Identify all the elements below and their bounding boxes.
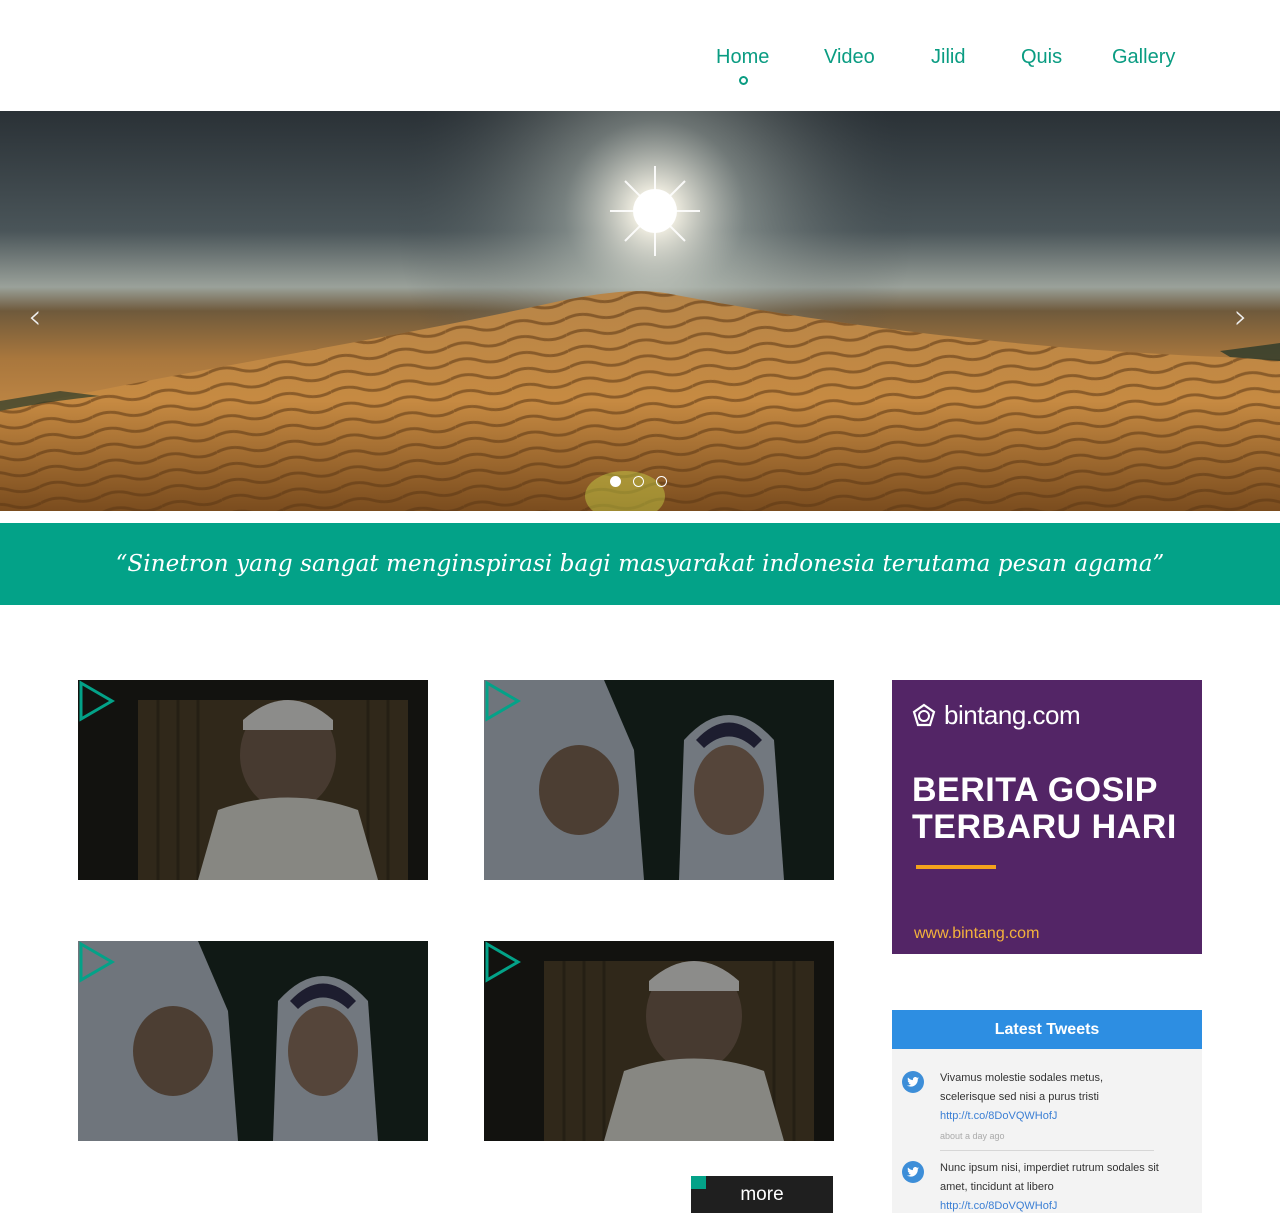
tweet-link[interactable]: http://t.co/8DoVQWHofJ	[940, 1107, 1160, 1126]
twitter-bird-icon	[902, 1161, 924, 1183]
ad-divider	[916, 865, 996, 869]
tweet-time: about a day ago	[940, 1131, 1005, 1141]
desert-image	[0, 111, 1280, 511]
tweet-item: Vivamus molestie sodales metus, sceleris…	[902, 1069, 1160, 1146]
slider-dot-1[interactable]	[610, 476, 621, 487]
next-slide-arrow[interactable]: ›	[1234, 297, 1248, 337]
video-thumbnail-2[interactable]	[484, 680, 834, 880]
video-thumbnail-1[interactable]	[78, 680, 428, 880]
play-icon	[79, 941, 115, 983]
ad-url: www.bintang.com	[914, 925, 1040, 942]
slider-dot-2[interactable]	[633, 476, 644, 487]
nav-item-jilid[interactable]: Jilid	[931, 46, 965, 69]
bintang-logo: bintang.com	[910, 700, 1081, 731]
nav-item-video[interactable]: Video	[824, 46, 875, 69]
tweet-text: Nunc ipsum nisi, imperdiet rutrum sodale…	[940, 1162, 1159, 1193]
bintang-logo-icon	[912, 703, 936, 726]
latest-tweets-widget: Latest Tweets Vivamus molestie sodales m…	[892, 1010, 1202, 1213]
ad-headline: BERITA GOSIP TERBARU HARI	[912, 772, 1177, 846]
ad-headline-line2: TERBARU HARI	[912, 808, 1177, 846]
more-button-accent	[691, 1176, 706, 1189]
nav-item-quis[interactable]: Quis	[1021, 46, 1062, 69]
hero-slider: ‹ ›	[0, 111, 1280, 511]
bintang-ad-banner[interactable]: bintang.com BERITA GOSIP TERBARU HARI ww…	[892, 680, 1202, 954]
slider-dots	[610, 476, 667, 487]
tweets-title: Latest Tweets	[892, 1010, 1202, 1049]
nav-item-gallery[interactable]: Gallery	[1112, 46, 1175, 69]
tweet-link[interactable]: http://t.co/8DoVQWHofJ	[940, 1197, 1160, 1213]
more-button[interactable]: more	[691, 1176, 833, 1213]
video-thumbnail-3[interactable]	[78, 941, 428, 1141]
ad-headline-line1: BERITA GOSIP	[912, 771, 1158, 809]
prev-slide-arrow[interactable]: ‹	[28, 297, 42, 337]
nav-item-home[interactable]: Home	[716, 46, 769, 69]
quote-text: “Sinetron yang sangat menginspirasi bagi…	[115, 551, 1165, 577]
tweet-item: Nunc ipsum nisi, imperdiet rutrum sodale…	[902, 1159, 1160, 1213]
video-thumbnail-4[interactable]	[484, 941, 834, 1141]
active-indicator	[739, 76, 748, 85]
quote-banner: “Sinetron yang sangat menginspirasi bagi…	[0, 523, 1280, 605]
ad-brand: bintang.com	[944, 700, 1081, 730]
tweet-divider	[940, 1150, 1154, 1151]
play-icon	[485, 680, 521, 722]
top-navigation: Home Video Jilid Quis Gallery	[0, 0, 1280, 111]
twitter-bird-icon	[902, 1071, 924, 1093]
tweet-text: Vivamus molestie sodales metus, sceleris…	[940, 1072, 1104, 1103]
play-icon	[79, 680, 115, 722]
play-icon	[485, 941, 521, 983]
slider-dot-3[interactable]	[656, 476, 667, 487]
